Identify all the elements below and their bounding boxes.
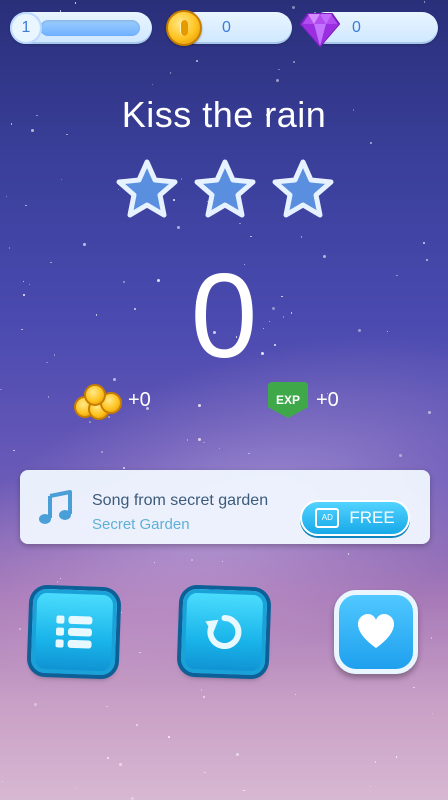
exp-reward: EXP +0: [268, 380, 339, 420]
exp-reward-value: +0: [316, 388, 339, 411]
list-icon: [55, 615, 93, 649]
star-dot: [196, 60, 198, 62]
star-dot: [107, 757, 109, 759]
star-dot: [74, 2, 77, 4]
star-dot: [300, 236, 303, 238]
star-icon: [272, 159, 334, 218]
star-dot: [60, 178, 63, 181]
star-dot: [235, 752, 239, 756]
star-dot: [168, 736, 170, 738]
star-dot: [169, 72, 172, 74]
star-dot: [278, 68, 280, 71]
star-dot: [83, 242, 87, 246]
free-label: FREE: [349, 508, 395, 527]
star-dot: [293, 61, 295, 63]
coin-icon: [166, 10, 202, 46]
star-dot: [413, 686, 415, 689]
star-dot: [291, 6, 295, 10]
recommended-song-title: Song from secret garden: [92, 492, 269, 509]
star-dot: [374, 761, 377, 763]
star-dot: [370, 142, 372, 144]
star-dot: [151, 83, 154, 86]
star-dot: [75, 786, 78, 789]
exp-badge-icon: EXP: [268, 382, 308, 418]
star-dot: [430, 637, 433, 639]
star-dot: [5, 195, 8, 198]
star-dot: [294, 693, 296, 696]
star-dot: [203, 696, 205, 698]
song-title: Kiss the rain: [121, 94, 327, 135]
heart-icon: [358, 614, 394, 648]
star-dot: [395, 756, 398, 758]
coin-reward: +0: [72, 380, 151, 420]
replay-button[interactable]: [180, 588, 268, 676]
coin-count: 0: [222, 19, 231, 36]
star-dot: [47, 396, 50, 398]
star-dot: [118, 763, 122, 767]
star-dot: [276, 79, 280, 83]
star-dot: [0, 388, 2, 391]
coins-pile-icon: [72, 380, 124, 420]
replay-icon: [205, 615, 242, 649]
star-dot: [239, 222, 241, 225]
star-icon: [194, 159, 256, 218]
gem-count: 0: [352, 19, 361, 36]
free-play-button[interactable]: AD FREE: [300, 500, 410, 536]
star-dot: [423, 1, 426, 3]
star-dot: [177, 226, 181, 230]
star-dot: [136, 724, 138, 726]
star-dot: [8, 247, 11, 249]
star-dot: [131, 796, 135, 800]
star-dot: [204, 771, 206, 774]
song-list-button[interactable]: [30, 588, 118, 676]
score: 0: [190, 249, 258, 383]
level-progress-bar: [40, 20, 140, 36]
star-dot: [200, 689, 203, 691]
star-dot: [1, 780, 4, 783]
level-progress: 1: [10, 12, 152, 44]
ad-icon: AD: [315, 508, 340, 528]
star-dot: [431, 712, 434, 715]
favorite-button[interactable]: [334, 590, 418, 674]
star-dot: [243, 789, 245, 792]
music-note-icon: [39, 490, 72, 524]
coin-reward-value: +0: [128, 388, 151, 411]
top-bar: 1 0 0: [10, 10, 438, 48]
star-rating: [114, 158, 336, 220]
star-icon: [116, 159, 178, 218]
gem-icon: [300, 13, 340, 48]
recommended-song-artist: Secret Garden: [92, 516, 190, 533]
star-dot: [25, 204, 27, 207]
star-dot: [423, 242, 425, 244]
star-dot: [250, 235, 252, 238]
song-recommendation-card[interactable]: Song from secret garden Secret Garden AD…: [20, 470, 430, 544]
level-badge: 1: [10, 12, 42, 44]
star-dot: [369, 785, 372, 788]
